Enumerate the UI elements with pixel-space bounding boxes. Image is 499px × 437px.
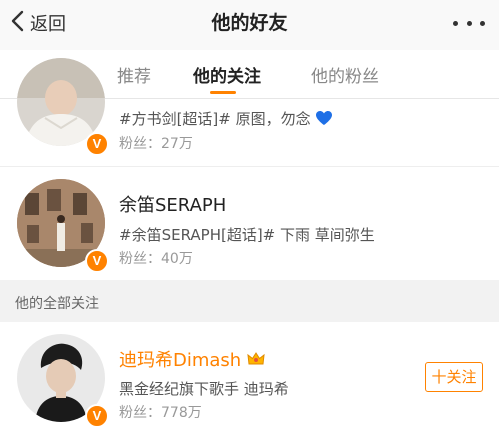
friend-description: #方书剑[超话]# 原图，勿念 bbox=[119, 108, 333, 129]
follow-button[interactable]: 十关注 bbox=[425, 362, 483, 392]
section-title: 他的全部关注 bbox=[15, 296, 99, 312]
section-header: 他的全部关注 bbox=[0, 280, 499, 322]
page-title: 他的好友 bbox=[211, 12, 288, 34]
tab-recommended[interactable]: 推荐 bbox=[117, 62, 151, 87]
fans-count: 粉丝：27万 bbox=[119, 136, 193, 152]
fans-count: 粉丝：778万 bbox=[119, 405, 202, 421]
friend-description: #余笛SERAPH[超话]# 下雨 草间弥生 bbox=[119, 226, 375, 244]
crown-icon bbox=[247, 350, 265, 371]
follow-name[interactable]: 迪玛希Dimash bbox=[119, 346, 265, 372]
friend-name[interactable]: 余笛SERAPH bbox=[119, 191, 226, 217]
friend-row[interactable]: V #方书剑[超话]# 原图，勿念 粉丝：27万 bbox=[0, 58, 499, 167]
tab-following[interactable]: 他的关注 bbox=[193, 62, 261, 87]
navigation-bar: 返回 他的好友 bbox=[0, 0, 499, 50]
verified-badge: V bbox=[85, 249, 109, 273]
verified-badge: V bbox=[85, 404, 109, 428]
active-tab-indicator bbox=[210, 91, 236, 94]
follow-description: 黑金经纪旗下歌手 迪玛希 bbox=[119, 380, 289, 398]
tab-followers[interactable]: 他的粉丝 bbox=[311, 62, 379, 87]
fans-count: 粉丝：40万 bbox=[119, 251, 193, 267]
friend-row[interactable]: V 余笛SERAPH #余笛SERAPH[超话]# 下雨 草间弥生 粉丝：40万 bbox=[0, 167, 499, 281]
verified-badge: V bbox=[85, 132, 109, 156]
blue-heart-icon bbox=[315, 110, 333, 128]
more-options-icon[interactable] bbox=[453, 11, 485, 35]
